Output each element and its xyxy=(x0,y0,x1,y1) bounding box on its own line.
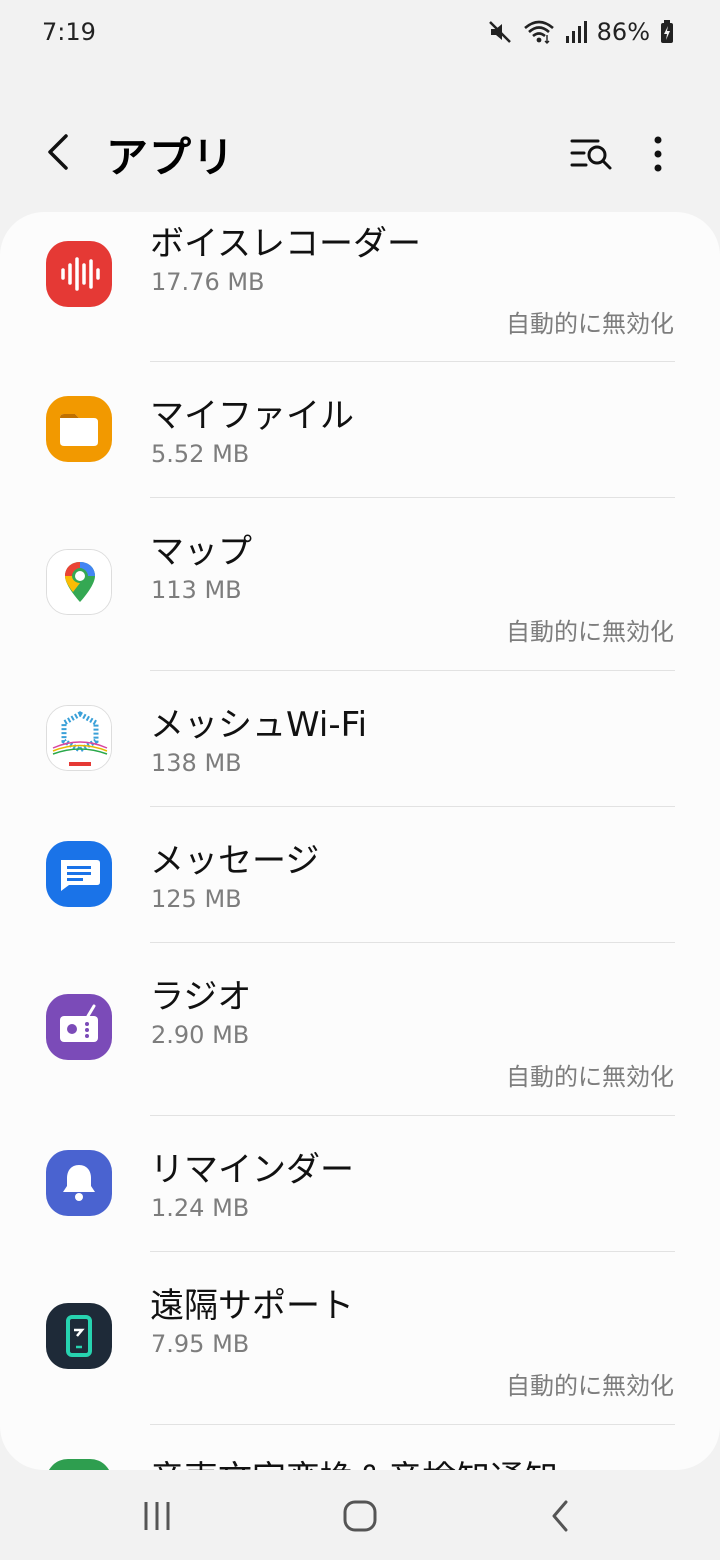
app-size: 138 MB xyxy=(151,749,242,777)
app-name: 音声文字変換＆音検知通知 xyxy=(150,1451,558,1470)
app-name: ボイスレコーダー xyxy=(150,224,421,264)
app-bar: アプリ xyxy=(0,100,720,210)
app-status: 自動的に無効化 xyxy=(506,618,674,646)
app-size: 113 MB xyxy=(151,576,242,604)
status-time: 7:19 xyxy=(42,18,96,46)
list-item[interactable]: 遠隔サポート 7.95 MB 自動的に無効化 xyxy=(0,1252,720,1424)
messages-icon xyxy=(46,841,112,907)
app-size: 7.95 MB xyxy=(151,1330,250,1358)
app-name: メッセージ xyxy=(150,841,320,881)
app-status: 自動的に無効化 xyxy=(506,1372,674,1400)
status-bar: 7:19 86% xyxy=(0,0,720,70)
page-title: アプリ xyxy=(106,133,236,182)
list-item[interactable]: メッシュWi-Fi 138 MB xyxy=(0,671,720,806)
list-item[interactable]: ボイスレコーダー 17.76 MB 自動的に無効化 xyxy=(0,212,720,362)
signal-icon xyxy=(565,20,587,44)
battery-text: 86% xyxy=(596,18,650,46)
app-status: 自動的に無効化 xyxy=(506,1063,674,1091)
app-list: ボイスレコーダー 17.76 MB 自動的に無効化 マイファイル 5.52 MB… xyxy=(0,212,720,1470)
reminder-icon xyxy=(46,1150,112,1216)
battery-charging-icon xyxy=(660,20,674,44)
list-item[interactable]: メッセージ 125 MB xyxy=(0,807,720,942)
nav-back-icon[interactable] xyxy=(546,1496,578,1540)
app-size: 125 MB xyxy=(151,885,242,913)
status-icons: 86% xyxy=(487,18,674,46)
list-item[interactable]: 音声文字変換＆音検知通知 xyxy=(0,1425,720,1470)
mesh-wifi-icon xyxy=(46,705,112,771)
app-size: 5.52 MB xyxy=(151,440,250,468)
app-name: マイファイル xyxy=(150,396,354,436)
app-name: リマインダー xyxy=(150,1150,354,1190)
list-item[interactable]: マイファイル 5.52 MB xyxy=(0,362,720,497)
list-item[interactable]: マップ 113 MB 自動的に無効化 xyxy=(0,498,720,670)
my-files-icon xyxy=(46,396,112,462)
recents-icon[interactable] xyxy=(142,1496,174,1540)
app-name: メッシュWi-Fi xyxy=(150,705,368,745)
app-size: 1.24 MB xyxy=(151,1194,250,1222)
app-name: 遠隔サポート xyxy=(150,1286,354,1326)
remote-support-icon xyxy=(46,1303,112,1369)
app-size: 2.90 MB xyxy=(151,1021,250,1049)
navigation-bar xyxy=(0,1470,720,1560)
voice-recorder-icon xyxy=(46,241,112,307)
more-vertical-icon[interactable] xyxy=(640,132,676,176)
list-item[interactable]: ラジオ 2.90 MB 自動的に無効化 xyxy=(0,943,720,1115)
back-arrow-icon[interactable] xyxy=(38,130,82,174)
mute-icon xyxy=(487,19,513,45)
app-name: マップ xyxy=(150,532,252,572)
list-item[interactable]: リマインダー 1.24 MB xyxy=(0,1116,720,1251)
filter-search-icon[interactable] xyxy=(568,133,614,173)
app-name: ラジオ xyxy=(150,977,252,1017)
live-transcribe-icon xyxy=(46,1459,112,1470)
wifi-icon xyxy=(523,19,555,45)
radio-icon xyxy=(46,994,112,1060)
home-icon[interactable] xyxy=(340,1496,380,1540)
maps-icon xyxy=(46,549,112,615)
app-size: 17.76 MB xyxy=(151,268,265,296)
app-status: 自動的に無効化 xyxy=(506,310,674,338)
